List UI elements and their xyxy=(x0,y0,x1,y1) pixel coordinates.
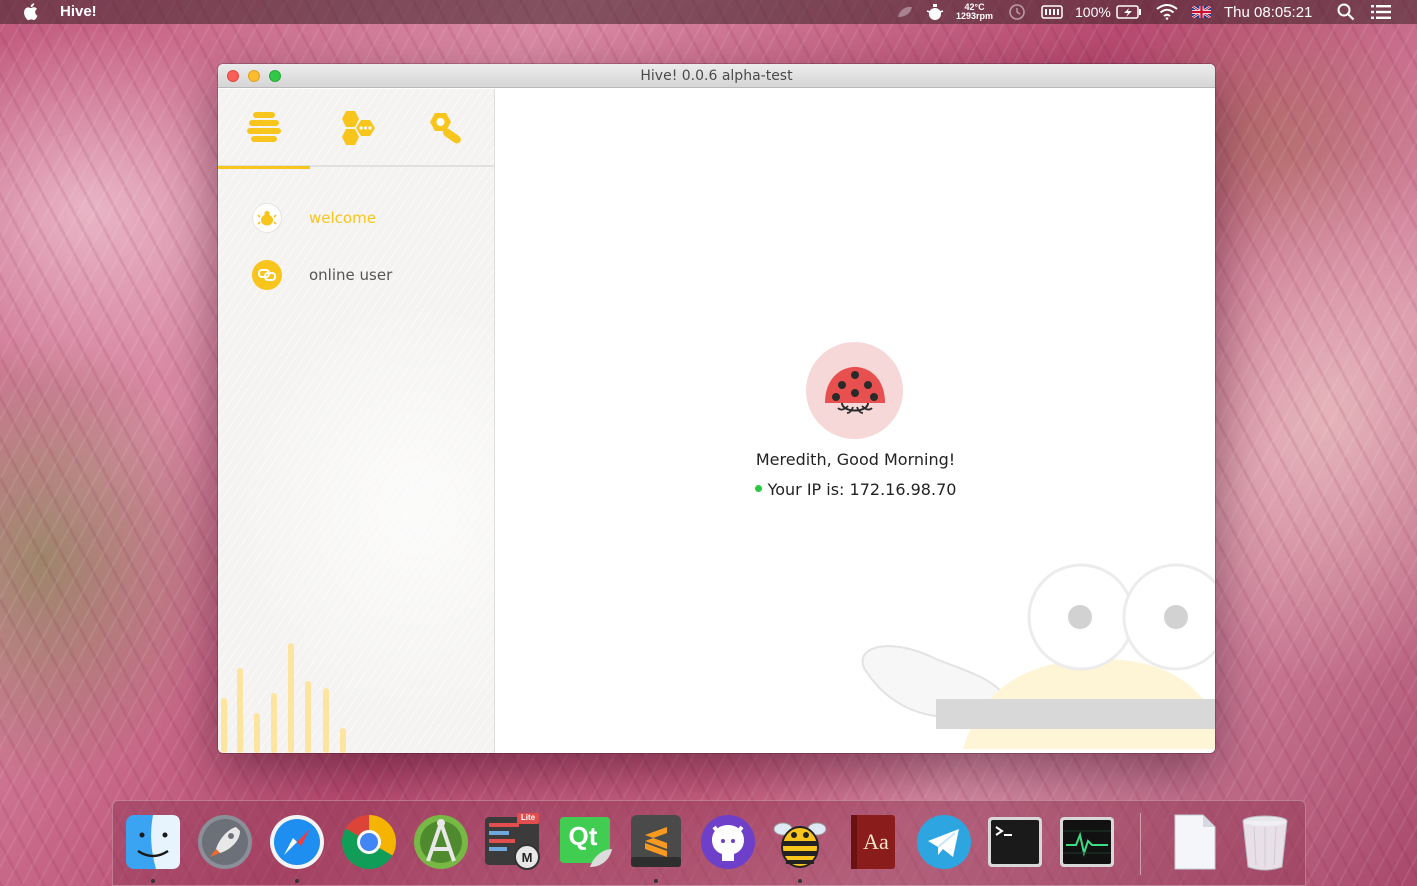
dock-mongodb-lite[interactable]: M Lite xyxy=(481,811,543,873)
dock-terminal[interactable] xyxy=(984,811,1046,873)
dock-hive[interactable] xyxy=(769,811,831,873)
dock-separator xyxy=(1140,813,1141,875)
running-indicator xyxy=(295,879,299,883)
chrome-icon xyxy=(341,815,396,870)
bee-icon xyxy=(252,203,282,233)
document-icon xyxy=(1174,814,1216,870)
dock-dictionary[interactable]: Aa xyxy=(841,811,903,873)
input-source-uk-flag-icon[interactable] xyxy=(1192,0,1211,24)
wifi-icon[interactable] xyxy=(1156,0,1178,24)
dock-safari[interactable] xyxy=(266,811,328,873)
dock: M Lite Qt Aa xyxy=(112,800,1306,886)
ip-label: Your IP is: xyxy=(767,480,845,499)
dock-google-chrome[interactable] xyxy=(338,811,400,873)
android-studio-icon xyxy=(414,815,468,869)
sidebar-tab-bar xyxy=(218,89,494,169)
terminal-icon xyxy=(988,817,1042,867)
tab-home[interactable] xyxy=(218,89,310,169)
rocket-icon xyxy=(198,815,252,869)
active-app-name[interactable]: Hive! xyxy=(60,3,97,20)
trash-icon xyxy=(1242,815,1288,871)
qt-label: Qt xyxy=(568,821,598,851)
sidebar-item-online-user[interactable]: online user xyxy=(252,258,392,292)
online-status-dot xyxy=(754,485,762,492)
honeycomb-stack-icon xyxy=(247,112,281,142)
hive-app-window: Hive! 0.0.6 alpha-test welcome online us… xyxy=(218,64,1215,753)
users-link-icon xyxy=(252,260,282,290)
chat-hexagons-icon xyxy=(342,111,375,145)
dock-activity-monitor[interactable] xyxy=(1056,811,1118,873)
notification-center-icon[interactable] xyxy=(1371,0,1391,24)
temperature-readout[interactable]: 42°C 1293rpm xyxy=(956,2,993,22)
svg-text:M: M xyxy=(522,850,533,865)
github-octocat-icon xyxy=(701,815,755,869)
battery-charging-icon[interactable] xyxy=(1116,0,1142,24)
window-titlebar[interactable]: Hive! 0.0.6 alpha-test xyxy=(218,64,1215,88)
lite-badge-label: Lite xyxy=(520,813,536,822)
ip-status-line: Your IP is: 172.16.98.70 xyxy=(496,480,1215,499)
spotlight-search-icon[interactable] xyxy=(1337,0,1355,24)
dock-qt-creator[interactable]: Qt xyxy=(554,811,616,873)
wrench-icon xyxy=(430,113,461,144)
dock-finder[interactable] xyxy=(122,811,184,873)
tab-settings[interactable] xyxy=(402,89,494,167)
sidebar: welcome online user xyxy=(218,89,495,753)
compass-icon xyxy=(270,815,324,869)
finder-icon xyxy=(126,815,180,869)
sidebar-item-label: online user xyxy=(309,266,393,284)
bug-status-icon[interactable] xyxy=(925,0,945,24)
tab-chat[interactable] xyxy=(310,89,402,167)
dock-telegram[interactable] xyxy=(913,811,975,873)
window-title: Hive! 0.0.6 alpha-test xyxy=(640,68,793,84)
running-indicator xyxy=(654,879,658,883)
greeting-text: Meredith, Good Morning! xyxy=(755,450,956,469)
dock-github[interactable] xyxy=(697,811,759,873)
decorative-sound-bars xyxy=(221,643,346,753)
dictionary-label: Aa xyxy=(863,829,889,854)
sublime-text-icon xyxy=(631,815,681,867)
battery-percent[interactable]: 100% xyxy=(1075,0,1111,24)
activity-monitor-icon xyxy=(1060,817,1114,867)
sidebar-item-welcome[interactable]: welcome xyxy=(252,201,376,235)
dock-sublime-text[interactable] xyxy=(625,811,687,873)
sidebar-item-label: welcome xyxy=(309,209,376,227)
telegram-paper-plane-icon xyxy=(917,815,971,869)
main-content: Meredith, Good Morning! Your IP is: 172.… xyxy=(496,89,1215,753)
running-indicator xyxy=(151,879,155,883)
menubar-clock[interactable]: Thu 08:05:21 xyxy=(1224,0,1312,24)
dock-launchpad[interactable] xyxy=(194,811,256,873)
ip-address: 172.16.98.70 xyxy=(849,480,957,499)
time-machine-icon[interactable] xyxy=(1007,0,1027,24)
ladybug-icon xyxy=(824,366,885,414)
memory-icon[interactable] xyxy=(1041,0,1063,24)
dock-trash[interactable] xyxy=(1234,811,1296,873)
leaf-icon[interactable] xyxy=(896,0,914,24)
user-avatar[interactable] xyxy=(806,342,903,439)
menu-bar: Hive! 42°C 1293rpm 100% Thu 08:05:21 xyxy=(0,0,1417,24)
dock-android-studio[interactable] xyxy=(410,811,472,873)
fan-speed-value: 1293rpm xyxy=(956,11,994,21)
dock-documents-stack[interactable] xyxy=(1163,811,1225,873)
decorative-bee-illustration xyxy=(861,563,1215,749)
running-indicator xyxy=(798,879,802,883)
apple-menu-icon[interactable] xyxy=(22,2,38,21)
bee-app-icon xyxy=(773,822,827,868)
